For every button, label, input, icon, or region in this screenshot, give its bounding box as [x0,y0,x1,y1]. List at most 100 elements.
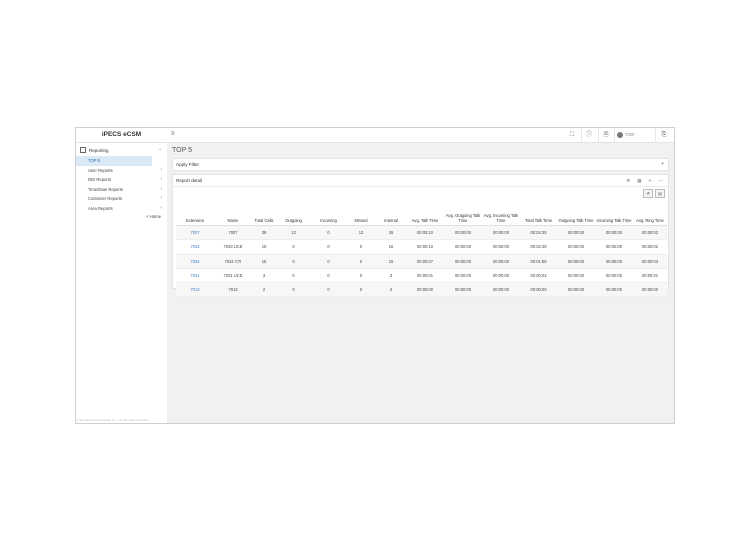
column-header[interactable]: Total Calls [252,200,276,226]
table-cell: 13 [276,225,311,241]
column-header[interactable]: Internal [376,200,406,226]
column-header[interactable]: Extension [176,200,214,226]
table-cell: 15 [376,239,406,255]
table-row: 7013 7013 2 0 0 0 2 00:00:00 00:00:00 00:00:00 00:… [176,282,667,298]
home-link[interactable]: < Home [76,214,167,219]
table-cell: 00:00:00 [482,268,520,284]
copyright-footer: © Ericsson-LG Enterprise Co., Ltd. All r… [77,418,149,422]
column-header[interactable]: Avg. Talk Time [406,200,444,226]
page-title: TOP 5 [172,147,192,154]
chevron-left-icon: ‹ [160,176,162,182]
table-cell: 00:00:00 [557,239,595,255]
main-content: TOP 5 Apply Filter + Report detail ⚙ ▦ A — … [167,143,674,423]
sidebar-item-top5[interactable]: TOP 5 [76,156,152,166]
table-cell: 0 [346,254,376,269]
column-header[interactable]: Name [214,200,252,226]
table-cell: 7031 UCE [214,268,252,284]
table-cell: 00:00:00 [557,282,595,298]
table-cell: 3 [252,268,276,284]
export-file-icon[interactable]: 🗎 [643,189,653,198]
expand-plus-icon[interactable]: + [661,159,664,170]
table-cell: 00:00:00 [482,282,520,298]
sidebar-item-label: TOP 5 [88,158,100,163]
extension-link[interactable]: 7031 [176,268,214,284]
hamburger-menu-icon[interactable]: ≡ [171,131,175,137]
table-cell: 00:00:00 [595,268,633,284]
table-cell: 00:00:02 [633,225,667,241]
document-icon[interactable]: 🗎 [601,130,611,140]
table-cell: 0 [346,268,376,284]
table-cell: 2 [252,282,276,298]
table-cell: 00:00:00 [595,254,633,269]
table-cell: 00:00:00 [444,268,482,284]
table-cell: 00:00:10 [406,225,444,241]
font-size-icon[interactable]: A [648,178,651,183]
user-name: 7000 [625,132,635,137]
column-header[interactable]: Total Talk Time [520,200,557,226]
column-header[interactable]: Avg. Incoming Talk Time [482,200,520,226]
extension-link[interactable]: 7013 [176,282,214,298]
table-cell: 00:00:03 [520,268,557,284]
logout-icon[interactable]: ⎘ [659,130,669,140]
column-header[interactable]: Avg. Outgoing Talk Time [444,200,482,226]
table-cell: 7034 CTI [214,254,252,269]
table-row: 7031 7031 UCE 3 0 0 0 3 00:00:01 00:00:00 00:00:0… [176,268,667,284]
column-header[interactable]: Incoming Talk Time [595,200,633,226]
table-cell: 00:00:00 [444,254,482,269]
fullscreen-icon[interactable]: ⛶ [567,130,577,140]
report-label: Report detail [176,178,203,183]
table-cell: 0 [311,239,346,255]
filter-panel[interactable]: Apply Filter + [172,158,669,171]
column-header[interactable]: Missed [346,200,376,226]
report-tools: ⚙ ▦ A — [619,175,663,186]
table-cell: 00:00:03 [633,254,667,269]
sidebar-section-reporting[interactable]: Reporting ⌃ [76,145,167,156]
table-cell: 00:00:00 [595,239,633,255]
table-cell: 7033 UCE [214,239,252,255]
divider [598,128,599,142]
column-header[interactable]: Outgoing Talk Time [557,200,595,226]
extension-link[interactable]: 7034 [176,254,214,269]
table-cell: 00:00:00 [482,225,520,241]
settings-icon[interactable]: ⚙ [626,178,630,183]
sidebar-item-ddi-reports[interactable]: DDI Reports ‹ [76,175,167,185]
column-header[interactable]: Incoming [311,200,346,226]
table-cell: 0 [276,254,311,269]
table-cell: 00:00:00 [595,282,633,298]
user-menu[interactable]: 7000 [617,130,634,140]
info-icon[interactable]: ⓘ [584,130,594,140]
divider [581,128,582,142]
grid-icon[interactable]: ▦ [637,178,641,183]
column-header[interactable]: Avg. Ring Time [633,200,667,226]
table-cell: 0 [311,282,346,298]
column-header[interactable]: Outgoing [276,200,311,226]
table-cell: 00:00:00 [595,225,633,241]
chevron-left-icon: ‹ [160,195,162,201]
table-row: 7033 7033 UCE 15 0 0 0 15 00:00:10 00:00:00 00:00… [176,239,667,255]
sidebar-item-area-reports[interactable]: Area Reports ‹ [76,204,167,214]
extension-link[interactable]: 7033 [176,239,214,255]
user-avatar-icon [617,131,623,138]
extension-link[interactable]: 7007 [176,225,214,241]
table-cell: 00:00:00 [444,225,482,241]
reporting-icon [80,146,86,153]
table-cell: 2 [376,282,406,298]
table-row: 7034 7034 CTI 15 0 0 0 15 00:00:07 00:00:00 00:00… [176,254,667,269]
table-cell: 00:00:01 [406,268,444,284]
table-cell: 0 [276,282,311,298]
chevron-left-icon: ‹ [160,185,162,192]
table-cell: 7007 [214,225,252,241]
sidebar-item-user-reports[interactable]: User Reports ‹ [76,166,167,176]
collapse-icon[interactable]: — [659,178,664,183]
app-window: iPECS eCSM Reporting ⌃ TOP 5 User Report… [75,127,675,424]
sidebar-item-label: Area Reports [88,205,113,211]
table-cell: 00:01:58 [520,254,557,269]
print-icon[interactable]: ▤ [655,189,665,198]
sidebar-item-time-date-reports[interactable]: Time/Date Reports ‹ [76,185,167,195]
divider [655,128,656,142]
table-cell: 00:00:00 [520,282,557,298]
sidebar-item-customer-reports[interactable]: Customer Reports ‹ [76,194,167,204]
table-cell: 00:00:00 [557,225,595,241]
table-cell: 15 [376,254,406,269]
table-cell: 0 [311,254,346,269]
